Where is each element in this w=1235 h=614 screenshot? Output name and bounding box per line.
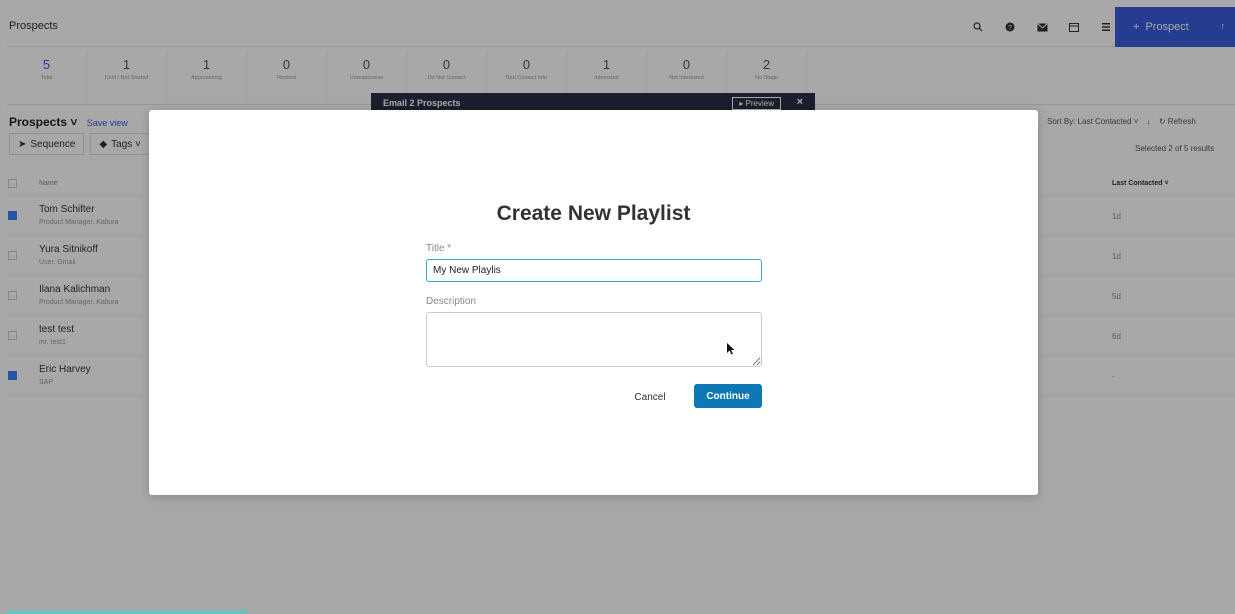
continue-button[interactable]: Continue bbox=[694, 384, 762, 408]
title-field-label: Title * bbox=[426, 243, 452, 254]
dialog-title: Create New Playlist bbox=[496, 202, 691, 225]
cancel-button[interactable]: Cancel bbox=[629, 385, 671, 409]
create-playlist-dialog: Create New Playlist Title * Description … bbox=[149, 110, 1038, 495]
description-input[interactable] bbox=[426, 312, 762, 367]
title-input[interactable] bbox=[426, 259, 762, 282]
description-field-label: Description bbox=[426, 296, 477, 307]
mouse-cursor-icon bbox=[727, 343, 735, 355]
